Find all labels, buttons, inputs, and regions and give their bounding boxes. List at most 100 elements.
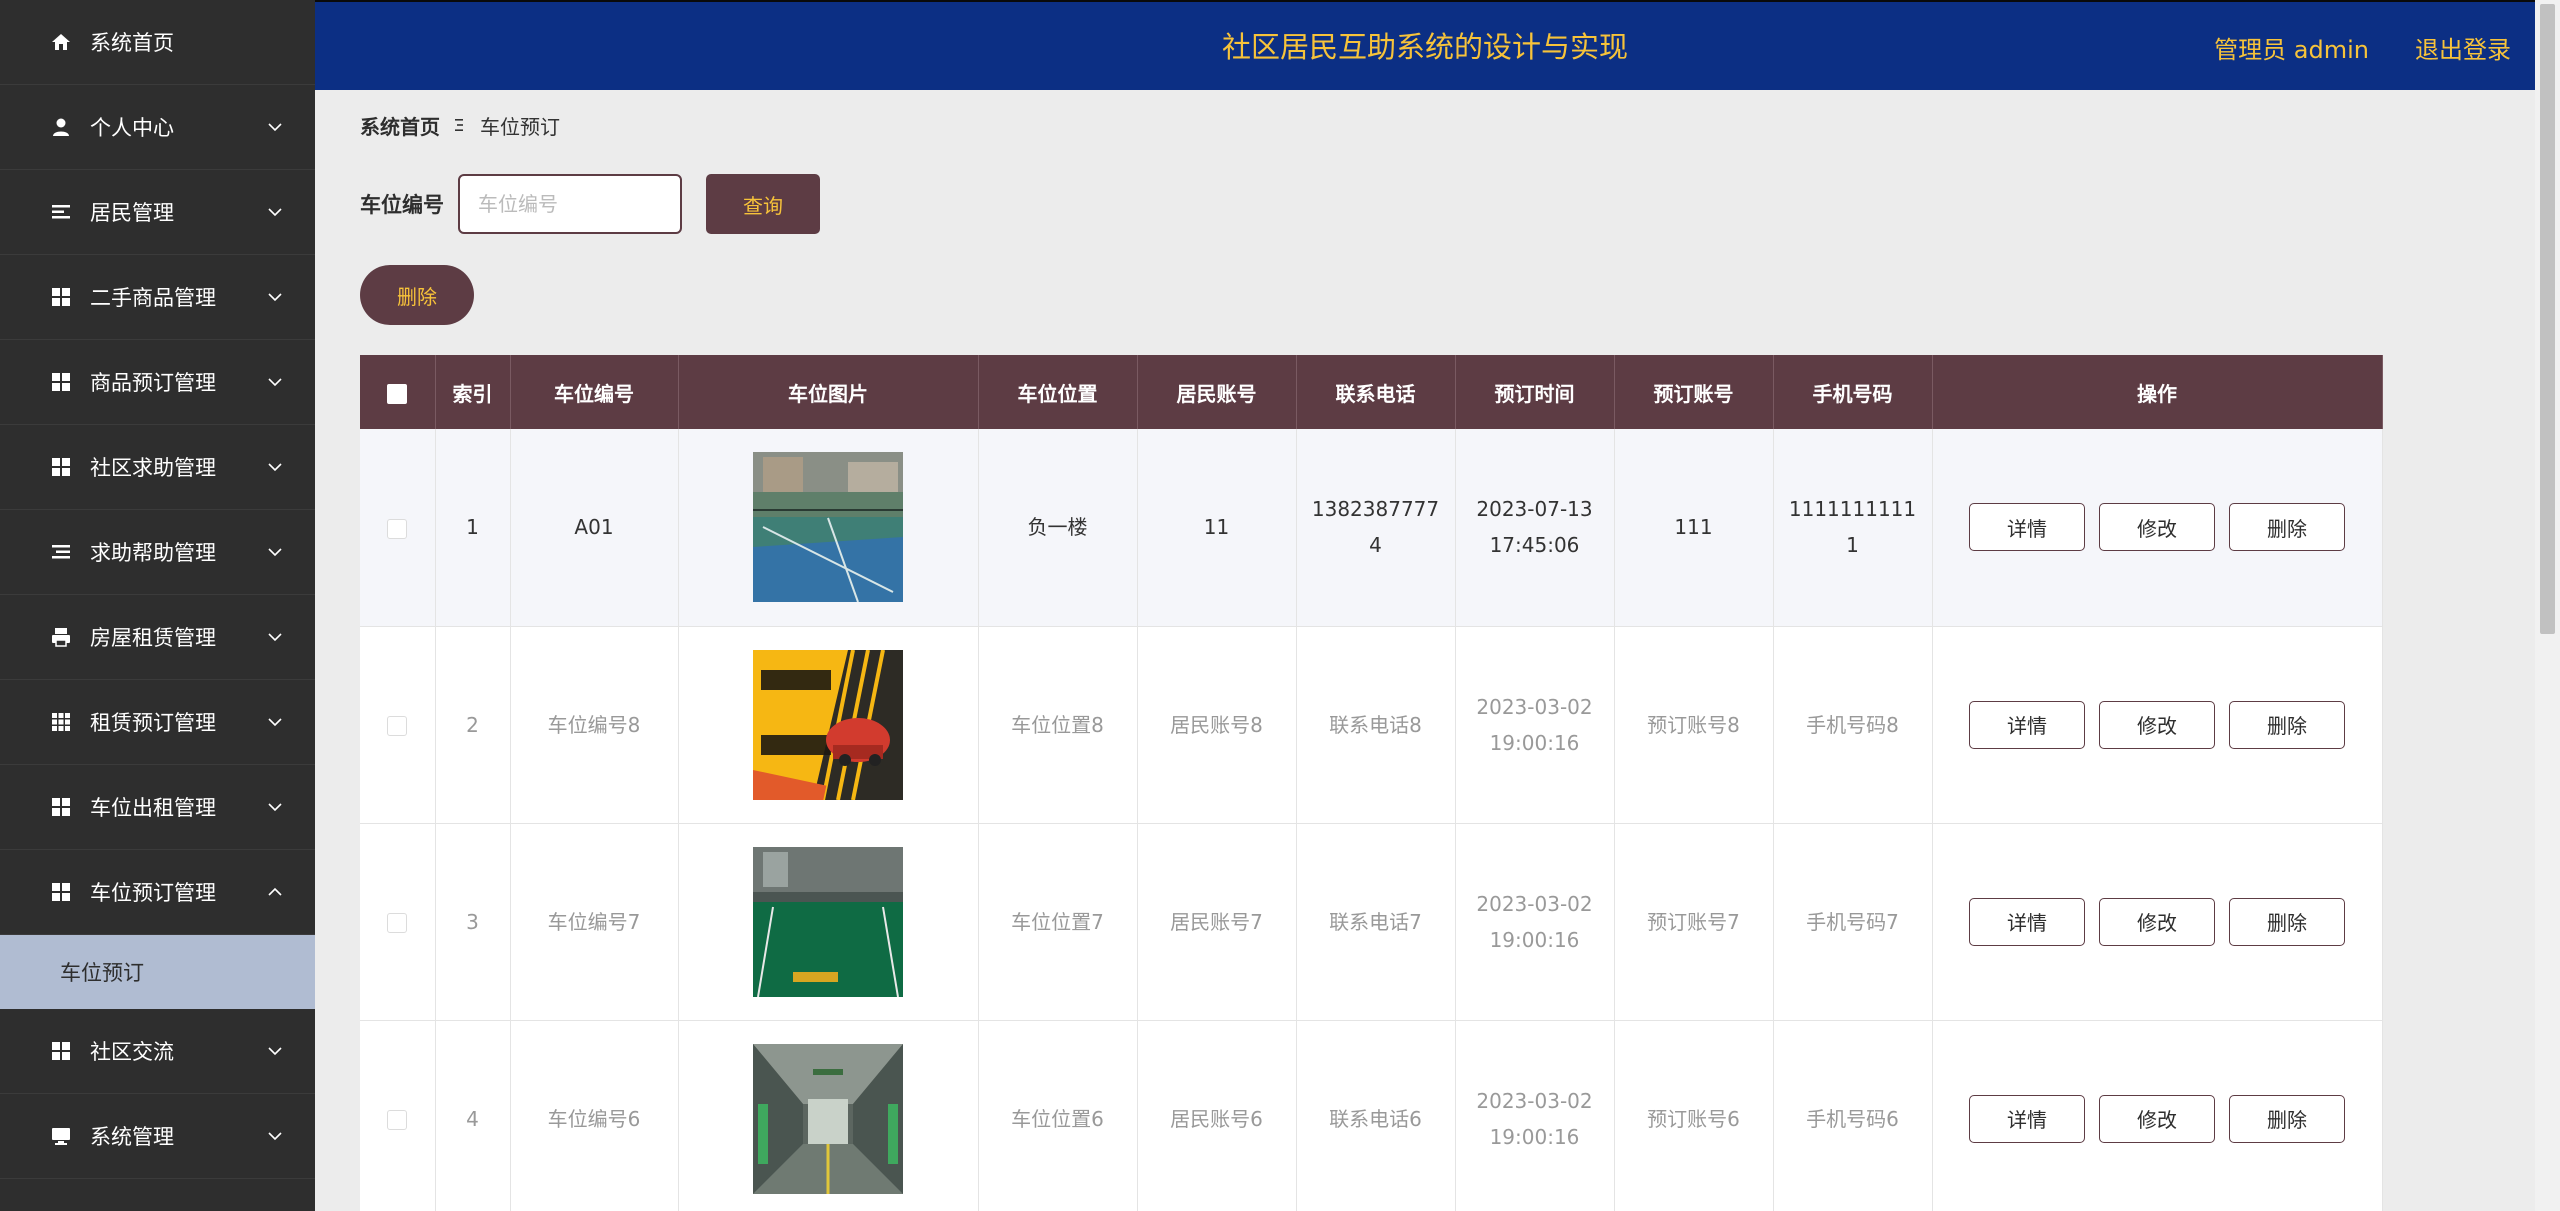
phone-cell: 联系电话8 xyxy=(1296,626,1456,824)
batch-delete-button[interactable]: 删除 xyxy=(360,265,474,325)
time-line: 17:45:06 xyxy=(1489,533,1580,558)
monitor-icon xyxy=(50,1125,72,1147)
page-scrollbar[interactable] xyxy=(2535,0,2560,1211)
booking-account-cell: 预订账号6 xyxy=(1614,1020,1774,1211)
breadcrumb-home[interactable]: 系统首页 xyxy=(360,111,440,140)
parking-poster-image xyxy=(753,649,903,800)
mobile-cell: 1111111111 1 xyxy=(1773,429,1933,627)
location-cell: 车位位置8 xyxy=(978,626,1138,824)
sidebar-item-goods-booking[interactable]: 商品预订管理 xyxy=(0,340,315,425)
column-header: 操作 xyxy=(1932,355,2383,429)
column-header: 车位图片 xyxy=(678,355,979,429)
image-cell xyxy=(678,429,979,627)
chevron-down-icon xyxy=(268,803,282,812)
sidebar-item-help-assist[interactable]: 求助帮助管理 xyxy=(0,510,315,595)
chevron-down-icon xyxy=(268,1132,282,1141)
column-header: 车位位置 xyxy=(978,355,1138,429)
delete-button[interactable]: 删除 xyxy=(2229,897,2345,946)
column-header: 手机号码 xyxy=(1773,355,1933,429)
edit-button[interactable]: 修改 xyxy=(2099,1094,2215,1143)
table-row[interactable]: 4 车位编号6 车位位置6 居民账号6 联系电话6 2023-03-02 19:… xyxy=(360,1020,2383,1211)
actions-cell: 详情 修改 删除 xyxy=(1932,626,2383,824)
chevron-down-icon xyxy=(268,633,282,642)
sidebar-item-label: 个人中心 xyxy=(90,116,174,140)
code-cell: 车位编号6 xyxy=(510,1020,679,1211)
sidebar-item-community-exchange[interactable]: 社区交流 xyxy=(0,1009,315,1094)
row-checkbox[interactable] xyxy=(387,1110,408,1130)
admin-user-link[interactable]: 管理员 admin xyxy=(2214,30,2369,65)
sidebar-item-secondhand-goods[interactable]: 二手商品管理 xyxy=(0,255,315,340)
sidebar-item-house-rental[interactable]: 房屋租赁管理 xyxy=(0,595,315,680)
grid-icon xyxy=(50,456,72,478)
table-row[interactable]: 1 A01 负一楼 11 1382387777 4 2023-07-13 17:… xyxy=(360,429,2383,627)
resident-account-cell: 居民账号8 xyxy=(1137,626,1297,824)
code-cell: A01 xyxy=(510,429,679,627)
sidebar-subitem-parking-booking[interactable]: 车位预订 xyxy=(0,935,315,1009)
edit-button[interactable]: 修改 xyxy=(2099,897,2215,946)
header-user-area: 管理员 admin 退出登录 xyxy=(2214,2,2511,92)
grid-icon xyxy=(50,371,72,393)
phone-line: 1382387777 xyxy=(1311,497,1440,522)
scrollbar-thumb[interactable] xyxy=(2540,4,2555,634)
chevron-down-icon xyxy=(268,208,282,217)
booking-time-cell: 2023-03-02 19:00:16 xyxy=(1455,1020,1615,1211)
parking-code-search-input[interactable] xyxy=(458,174,682,234)
chevron-down-icon xyxy=(268,123,282,132)
time-line: 2023-07-13 xyxy=(1476,497,1593,522)
sidebar-item-parking-rental[interactable]: 车位出租管理 xyxy=(0,765,315,850)
sidebar-item-label: 车位出租管理 xyxy=(90,796,216,820)
detail-button[interactable]: 详情 xyxy=(1969,897,2085,946)
booking-account-cell: 预订账号7 xyxy=(1614,823,1774,1021)
select-all-checkbox[interactable] xyxy=(387,383,408,404)
sidebar-item-label: 居民管理 xyxy=(90,201,174,225)
edit-button[interactable]: 修改 xyxy=(2099,503,2215,552)
sidebar-item-home[interactable]: 系统首页 xyxy=(0,0,315,85)
table-row[interactable]: 2 车位编号8 车位位置8 居民账号8 联系电话8 2023-03-02 19:… xyxy=(360,626,2383,824)
phone-line: 联系电话7 xyxy=(1329,909,1422,934)
breadcrumb-current: 车位预订 xyxy=(480,114,560,139)
chevron-up-icon xyxy=(268,887,282,896)
table-header-row: 索引 车位编号 车位图片 车位位置 居民账号 联系电话 预订时间 预订账号 手机… xyxy=(360,355,2383,429)
detail-button[interactable]: 详情 xyxy=(1969,1094,2085,1143)
grid-icon xyxy=(50,796,72,818)
sidebar-item-rental-booking[interactable]: 租赁预订管理 xyxy=(0,680,315,765)
row-checkbox[interactable] xyxy=(387,518,408,539)
row-checkbox[interactable] xyxy=(387,716,408,736)
booking-time-cell: 2023-03-02 19:00:16 xyxy=(1455,823,1615,1021)
column-header: 居民账号 xyxy=(1137,355,1297,429)
detail-button[interactable]: 详情 xyxy=(1969,503,2085,552)
delete-button[interactable]: 删除 xyxy=(2229,503,2345,552)
list-icon xyxy=(50,541,72,563)
table-row[interactable]: 3 车位编号7 车位位置7 居民账号7 联系电话7 2023-03-02 19:… xyxy=(360,823,2383,1021)
delete-button[interactable]: 删除 xyxy=(2229,1094,2345,1143)
sidebar-item-personal-center[interactable]: 个人中心 xyxy=(0,85,315,170)
index-cell: 3 xyxy=(435,823,511,1021)
time-line: 2023-03-02 xyxy=(1476,891,1593,916)
sidebar-item-community-help[interactable]: 社区求助管理 xyxy=(0,425,315,510)
sidebar-item-label: 二手商品管理 xyxy=(90,286,216,310)
edit-button[interactable]: 修改 xyxy=(2099,700,2215,749)
chevron-down-icon xyxy=(268,378,282,387)
column-header: 索引 xyxy=(435,355,511,429)
sidebar-item-resident-management[interactable]: 居民管理 xyxy=(0,170,315,255)
row-checkbox[interactable] xyxy=(387,913,408,933)
list-icon xyxy=(50,201,72,223)
sidebar-item-system-management[interactable]: 系统管理 xyxy=(0,1094,315,1179)
delete-button[interactable]: 删除 xyxy=(2229,700,2345,749)
detail-button[interactable]: 详情 xyxy=(1969,700,2085,749)
main-content: 系统首页 车位预订 车位编号 查询 删除 索引 车位编号 车位图片 车位位置 居… xyxy=(315,90,2535,1211)
phone-cell: 联系电话6 xyxy=(1296,1020,1456,1211)
booking-account-cell: 预订账号8 xyxy=(1614,626,1774,824)
row-select-cell xyxy=(360,1020,436,1211)
query-button[interactable]: 查询 xyxy=(706,174,820,234)
chevron-down-icon xyxy=(268,463,282,472)
image-cell xyxy=(678,823,979,1021)
mobile-cell: 手机号码6 xyxy=(1773,1020,1933,1211)
logout-link[interactable]: 退出登录 xyxy=(2415,30,2511,65)
sidebar-item-parking-booking[interactable]: 车位预订管理 xyxy=(0,850,315,935)
column-header: 预订时间 xyxy=(1455,355,1615,429)
sidebar-item-label: 系统管理 xyxy=(90,1125,174,1149)
mobile-line: 手机号码6 xyxy=(1806,1106,1899,1131)
search-row: 车位编号 查询 xyxy=(360,174,820,234)
chevron-down-icon xyxy=(268,718,282,727)
